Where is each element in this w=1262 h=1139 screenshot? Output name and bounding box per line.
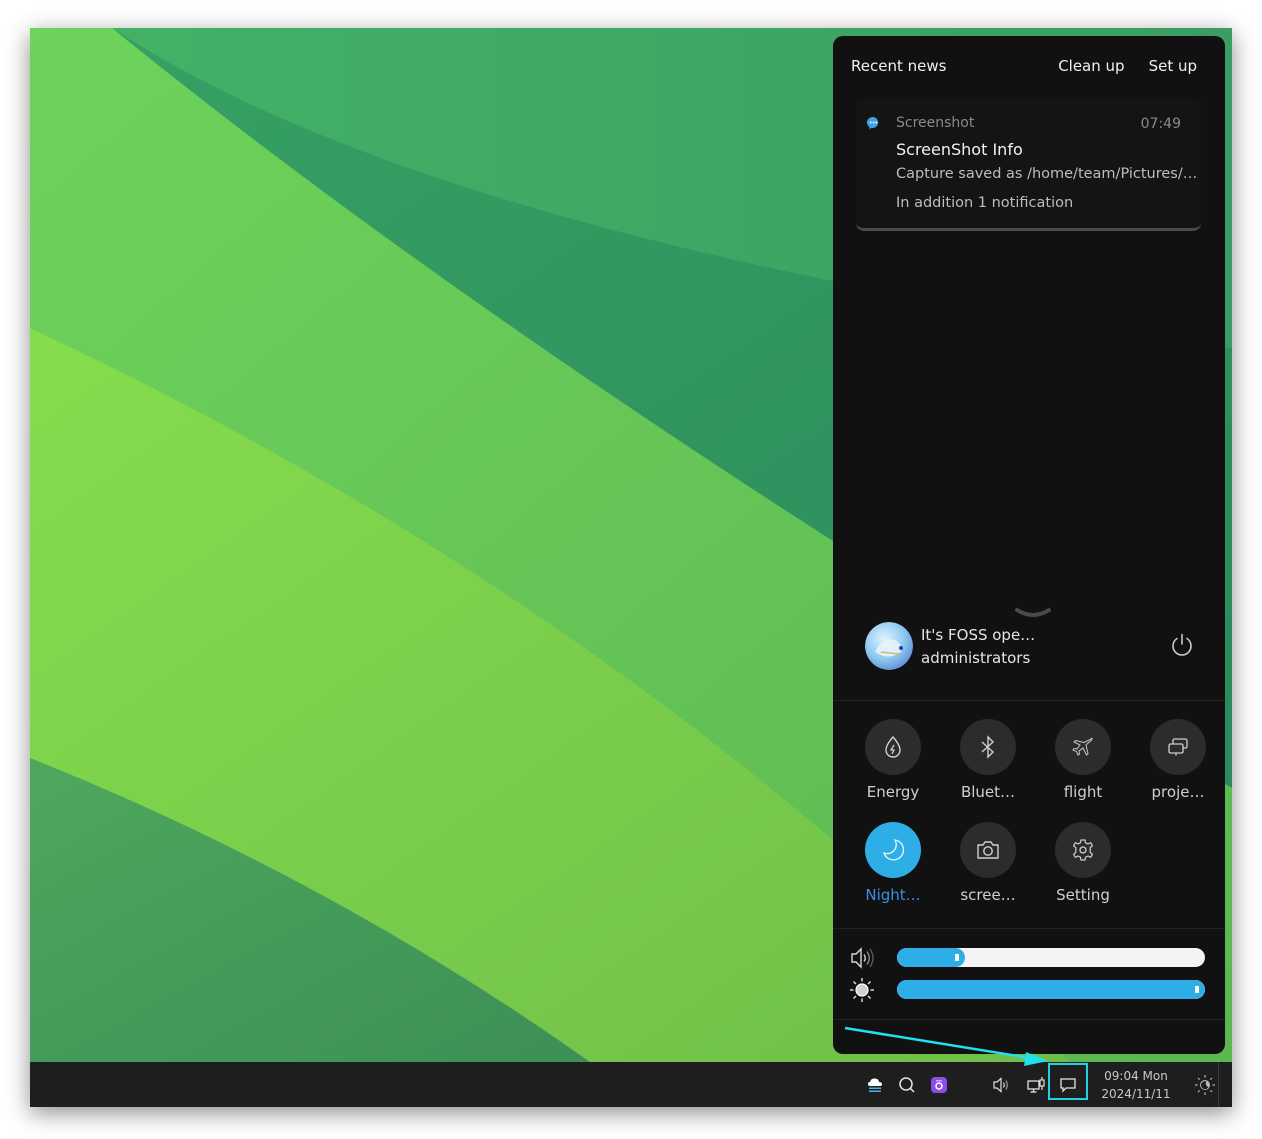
quick-tile-label: scree… [960, 886, 1016, 904]
quick-tile-label: Night… [865, 886, 921, 904]
quick-tile-label: Bluet… [960, 783, 1016, 801]
quick-tile-label: proje… [1151, 783, 1205, 801]
brightness-slider-handle[interactable] [1195, 986, 1199, 993]
quick-tile-settings[interactable]: Setting [1039, 822, 1127, 918]
network-icon[interactable] [1024, 1062, 1048, 1107]
notification-button-highlight [1048, 1063, 1088, 1100]
user-account-row: It's FOSS ope… administrators [833, 618, 1225, 701]
brightness-icon[interactable] [849, 977, 877, 1003]
panel-header: Recent news Clean up Set up [851, 56, 1197, 76]
quick-tile-night-mode[interactable]: Night… [849, 822, 937, 918]
brightness-slider[interactable] [897, 980, 1205, 999]
settings-gear-icon [1055, 822, 1111, 878]
notification-body: Capture saved as /home/team/Pictures/2… [896, 166, 1201, 182]
volume-icon[interactable] [849, 945, 877, 971]
chat-bubble-icon [866, 116, 879, 130]
night-mode-icon [865, 822, 921, 878]
volume-slider-row [849, 947, 1205, 969]
notification-title: ScreenShot Info [896, 140, 1023, 159]
user-name: It's FOSS ope… [921, 626, 1036, 644]
volume-slider-handle[interactable] [954, 954, 959, 961]
clock-time: 09:04 Mon [1104, 1069, 1168, 1083]
notification-more-count[interactable]: In addition 1 notification [896, 195, 1073, 211]
notification-app-name: Screenshot [896, 115, 975, 131]
notification-center-panel: Recent news Clean up Set up Screenshot 0… [833, 36, 1225, 1054]
quick-tile-projection[interactable]: proje… [1134, 719, 1222, 815]
quick-tile-label: Setting [1056, 886, 1110, 904]
panel-title: Recent news [851, 57, 947, 75]
volume-slider[interactable] [897, 948, 1205, 967]
quick-tile-energy[interactable]: Energy [849, 719, 937, 815]
energy-saver-icon [865, 719, 921, 775]
clean-up-button[interactable]: Clean up [1058, 57, 1124, 75]
screenshot-camera-icon [960, 822, 1016, 878]
theme-toggle-icon[interactable] [1192, 1062, 1218, 1107]
sliders-section [833, 928, 1225, 1020]
projection-icon [1150, 719, 1206, 775]
quick-tile-bluetooth[interactable]: Bluet… [944, 719, 1032, 815]
bluetooth-icon [960, 719, 1016, 775]
notification-card[interactable]: Screenshot 07:49 ScreenShot Info Capture… [856, 98, 1201, 231]
taskbar-divider [1218, 1062, 1219, 1107]
quick-tile-label: Energy [866, 783, 920, 801]
taskbar-clock[interactable]: 09:04 Mon 2024/11/11 [1094, 1067, 1178, 1103]
quick-tile-label: flight [1063, 783, 1103, 801]
brightness-slider-fill [897, 980, 1205, 999]
weather-icon[interactable] [864, 1062, 886, 1107]
volume-icon[interactable] [990, 1062, 1014, 1107]
notification-time: 07:49 [1140, 116, 1181, 132]
screen-recorder-icon[interactable] [928, 1062, 950, 1107]
taskbar: 09:04 Mon 2024/11/11 [30, 1062, 1232, 1107]
airplane-icon [1055, 719, 1111, 775]
clock-date: 2024/11/11 [1101, 1087, 1171, 1101]
brightness-slider-row [849, 977, 1205, 1003]
search-icon[interactable] [896, 1062, 918, 1107]
quick-tile-screenshot[interactable]: scree… [944, 822, 1032, 918]
power-icon[interactable] [1169, 632, 1195, 658]
set-up-button[interactable]: Set up [1149, 57, 1197, 75]
avatar[interactable] [865, 622, 913, 670]
quick-tile-flight[interactable]: flight [1039, 719, 1127, 815]
user-role: administrators [921, 649, 1031, 667]
